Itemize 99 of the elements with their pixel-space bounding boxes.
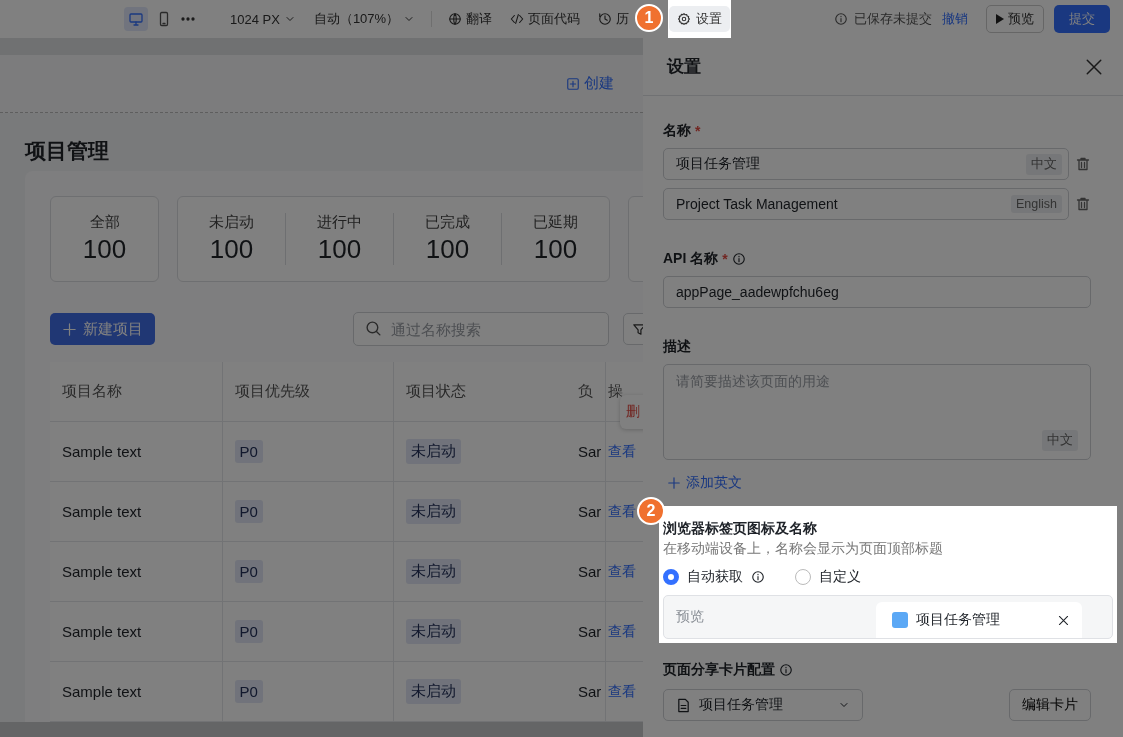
stat-value: 100 <box>425 234 470 265</box>
desktop-icon <box>128 11 144 27</box>
radio-button[interactable] <box>795 569 811 585</box>
stat-label: 未启动 <box>209 213 254 232</box>
search-icon <box>365 320 382 337</box>
desktop-view-button[interactable] <box>124 7 148 31</box>
toolbar-button[interactable]: 翻译 <box>444 10 497 28</box>
edit-card-button[interactable]: 编辑卡片 <box>1009 689 1091 721</box>
field-label: 页面分享卡片配置 <box>663 661 775 679</box>
language-tag: English <box>1011 195 1062 213</box>
filter-icon <box>632 321 643 337</box>
required-mark: * <box>722 251 728 267</box>
zoom-dropdown[interactable]: 自动（107%） <box>309 10 420 28</box>
status-tag: 未启动 <box>405 679 461 704</box>
stat-value: 100 <box>533 234 578 265</box>
table-cell: Sar <box>578 443 602 460</box>
width-dropdown[interactable]: 1024 PX <box>226 11 300 27</box>
create-link[interactable]: 创建 <box>560 73 620 94</box>
close-icon <box>1057 613 1070 627</box>
table-cell: Sar <box>578 503 602 520</box>
card-select[interactable]: 项目任务管理 <box>663 689 863 721</box>
required-mark: * <box>695 123 701 139</box>
toolbar-button[interactable]: 页面代码 <box>506 10 585 28</box>
info-icon <box>731 252 746 266</box>
preview-button[interactable]: 预览 <box>986 5 1044 33</box>
view-link[interactable]: 查看 <box>607 623 636 641</box>
settings-icon <box>677 12 691 26</box>
radio-label: 自动获取 <box>687 568 743 586</box>
column-header: 项目名称 <box>62 382 122 399</box>
priority-tag: P0 <box>234 620 263 643</box>
info-icon <box>834 12 848 26</box>
delete-popup[interactable]: 删 <box>620 395 643 429</box>
column-header: 负 <box>578 382 593 399</box>
status-tag: 未启动 <box>405 439 461 464</box>
table-cell: Sample text <box>62 683 142 700</box>
close-button[interactable] <box>1085 57 1103 76</box>
field-label: API 名称 <box>663 250 719 268</box>
field-label: 名称 <box>663 122 691 140</box>
plus-icon <box>667 476 681 490</box>
save-status: 已保存未提交 <box>854 10 932 28</box>
plus-icon <box>62 321 77 337</box>
stat-value: 100 <box>209 234 254 265</box>
table-cell: Sample text <box>62 503 142 520</box>
stat-label: 进行中 <box>317 213 362 232</box>
name-field[interactable]: 项目任务管理 中文 <box>663 148 1069 180</box>
section-hint: 在移动端设备上，名称会显示为页面顶部标题 <box>663 540 944 558</box>
settings-button[interactable]: 设置 <box>669 6 730 32</box>
status-tag: 未启动 <box>405 619 461 644</box>
name-field[interactable]: Project Task Management English <box>663 188 1069 220</box>
stat-label: 已完成 <box>425 213 470 232</box>
table-cell: Sample text <box>62 563 142 580</box>
stat-value: 100 <box>317 234 362 265</box>
undo-link[interactable]: 撤销 <box>942 10 976 28</box>
page-icon <box>892 612 908 628</box>
table-cell: Sar <box>578 623 602 640</box>
file-icon <box>676 697 691 713</box>
language-tag: 中文 <box>1042 430 1078 451</box>
column-header: 项目状态 <box>405 382 466 399</box>
close-icon <box>1085 57 1103 76</box>
page-title: 项目管理 <box>25 138 110 164</box>
priority-tag: P0 <box>234 560 263 583</box>
view-link[interactable]: 查看 <box>607 503 636 521</box>
panel-title: 设置 <box>667 56 701 78</box>
stat-label: 全部 <box>89 213 120 232</box>
table-cell: Sample text <box>62 623 142 640</box>
trash-icon <box>1075 196 1091 212</box>
column-header: 项目优先级 <box>234 382 310 399</box>
play-icon <box>996 14 1004 24</box>
code-icon <box>510 12 525 26</box>
globe-icon <box>448 12 463 26</box>
submit-button[interactable]: 提交 <box>1054 5 1110 33</box>
priority-tag: P0 <box>234 500 263 523</box>
column-header: 操 <box>607 382 623 399</box>
view-link[interactable]: 查看 <box>607 563 636 581</box>
new-project-button[interactable]: 新建项目 <box>50 313 155 345</box>
status-tag: 未启动 <box>405 499 461 524</box>
radio-label: 自定义 <box>819 568 861 586</box>
add-english-link[interactable]: 添加英文 <box>667 474 742 492</box>
info-icon <box>779 663 793 677</box>
radio-button[interactable] <box>663 569 679 585</box>
priority-tag: P0 <box>234 680 263 703</box>
view-link[interactable]: 查看 <box>607 683 636 701</box>
trash-icon <box>1075 156 1091 172</box>
stat-value: 100 <box>82 234 127 265</box>
language-tag: 中文 <box>1026 153 1062 175</box>
preview-label: 预览 <box>676 608 704 626</box>
api-name-field[interactable]: appPage_aadewpfchu6eg <box>663 276 1091 308</box>
table-cell: Sar <box>578 683 602 700</box>
table-cell: Sample text <box>62 443 142 460</box>
table-cell: Sar <box>578 563 602 580</box>
status-tag: 未启动 <box>405 559 461 584</box>
plus-square-icon <box>566 76 580 91</box>
field-label: 描述 <box>663 338 691 356</box>
priority-tag: P0 <box>234 440 263 463</box>
clock-icon <box>598 12 613 26</box>
stat-label: 已延期 <box>533 213 578 232</box>
toolbar-button[interactable]: 历 <box>594 10 634 28</box>
view-link[interactable]: 查看 <box>607 443 636 461</box>
section-title: 浏览器标签页图标及名称 <box>663 520 818 538</box>
